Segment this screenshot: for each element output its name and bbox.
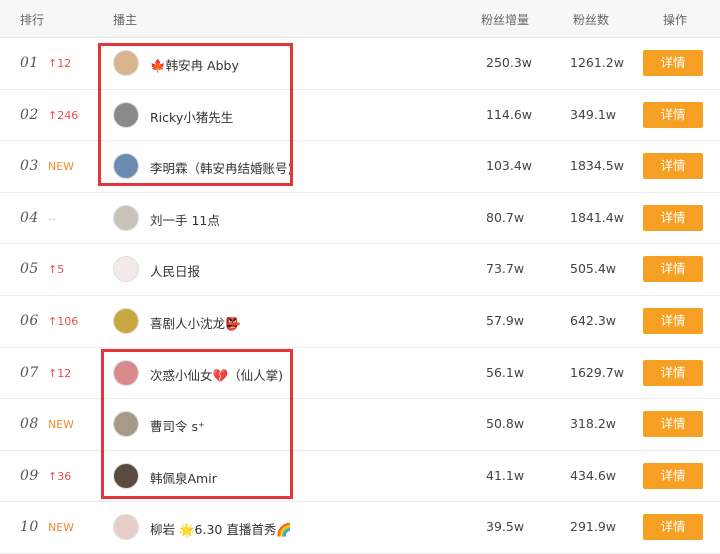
avatar[interactable] bbox=[113, 101, 139, 128]
fans-gain-value: 41.1w bbox=[486, 467, 525, 483]
fans-count-value: 1834.5w bbox=[570, 158, 624, 174]
anchor-name[interactable]: 次惑小仙女💔（仙人掌) bbox=[150, 365, 283, 384]
details-button[interactable]: 详情 bbox=[643, 50, 703, 76]
header-fans-gain: 粉丝增量 bbox=[481, 13, 530, 27]
table-row: 08 NEW 曹司令 s⁺ 50.8w 318.2w 详情 bbox=[0, 399, 720, 451]
details-button[interactable]: 详情 bbox=[643, 101, 703, 128]
table-row: 01 ↑12 🍁韩安冉 Abby 250.3w 1261.2w 详情 bbox=[0, 38, 720, 90]
rank-number: 02 bbox=[20, 106, 39, 123]
header-anchor: 播主 bbox=[113, 13, 138, 27]
table-row: 05 ↑5 人民日报 73.7w 505.4w 详情 bbox=[0, 244, 720, 296]
details-button[interactable]: 详情 bbox=[643, 514, 703, 541]
fans-gain-value: 103.4w bbox=[486, 158, 533, 174]
rank-trend: ↑5 bbox=[48, 263, 65, 277]
rank-trend: ↑12 bbox=[48, 57, 72, 70]
rank-number: 01 bbox=[20, 55, 39, 71]
anchor-name[interactable]: 韩佩泉Amir bbox=[150, 468, 217, 487]
details-button[interactable]: 详情 bbox=[643, 359, 703, 386]
table-row: 09 ↑36 韩佩泉Amir 41.1w 434.6w 详情 bbox=[0, 451, 720, 503]
fans-count-value: 505.4w bbox=[570, 261, 617, 277]
rank-number: 10 bbox=[20, 519, 39, 536]
avatar[interactable] bbox=[113, 411, 139, 438]
rank-trend: ↑246 bbox=[48, 108, 79, 122]
rank-trend: NEW bbox=[48, 160, 75, 174]
fans-gain-value: 80.7w bbox=[486, 209, 525, 225]
table-row: 06 ↑106 喜剧人小沈龙👺 57.9w 642.3w 详情 bbox=[0, 296, 720, 348]
table-row: 10 NEW 柳岩 🌟6.30 直播首秀🌈 39.5w 291.9w 详情 bbox=[0, 502, 720, 554]
rank-number: 08 bbox=[20, 416, 39, 433]
avatar-image bbox=[114, 102, 138, 127]
anchor-name[interactable]: 🍁韩安冉 Abby bbox=[150, 55, 239, 74]
header-rank: 排行 bbox=[20, 13, 45, 27]
fans-count-value: 1841.4w bbox=[570, 209, 624, 225]
avatar[interactable] bbox=[113, 514, 139, 541]
anchor-name[interactable]: Ricky小猪先生 bbox=[150, 107, 233, 126]
anchor-name[interactable]: 柳岩 🌟6.30 直播首秀🌈 bbox=[150, 519, 292, 538]
header-fans: 粉丝数 bbox=[573, 13, 610, 27]
avatar[interactable] bbox=[113, 50, 139, 76]
avatar-image bbox=[114, 309, 138, 333]
avatar-image bbox=[114, 257, 138, 282]
fans-gain-value: 114.6w bbox=[486, 106, 533, 122]
table-row: 03 NEW 李明霖（韩安冉结婚账号) 103.4w 1834.5w 详情 bbox=[0, 141, 720, 193]
avatar-image bbox=[114, 51, 138, 75]
avatar[interactable] bbox=[113, 359, 139, 386]
avatar[interactable] bbox=[113, 256, 139, 283]
avatar[interactable] bbox=[113, 462, 139, 489]
fans-count-value: 642.3w bbox=[570, 313, 617, 328]
details-button[interactable]: 详情 bbox=[643, 153, 703, 180]
anchor-name[interactable]: 人民日报 bbox=[150, 261, 200, 280]
fans-count-value: 318.2w bbox=[570, 416, 617, 432]
details-button[interactable]: 详情 bbox=[643, 204, 703, 231]
avatar[interactable] bbox=[113, 204, 139, 231]
fans-count-value: 349.1w bbox=[570, 106, 617, 122]
table-row: 02 ↑246 Ricky小猪先生 114.6w 349.1w 详情 bbox=[0, 90, 720, 142]
rank-trend: NEW bbox=[48, 521, 75, 535]
avatar[interactable] bbox=[113, 308, 139, 334]
avatar[interactable] bbox=[113, 153, 139, 180]
fans-count-value: 1261.2w bbox=[570, 55, 624, 70]
table-row: 04 -- 刘一手 11点 80.7w 1841.4w 详情 bbox=[0, 193, 720, 245]
fans-count-value: 291.9w bbox=[570, 519, 617, 535]
avatar-image bbox=[114, 412, 138, 437]
anchor-name[interactable]: 李明霖（韩安冉结婚账号) bbox=[150, 158, 292, 177]
table-row: 07 ↑12 次惑小仙女💔（仙人掌) 56.1w 1629.7w 详情 bbox=[0, 348, 720, 400]
details-button[interactable]: 详情 bbox=[643, 462, 703, 489]
rank-number: 07 bbox=[20, 364, 39, 381]
rank-trend: ↑12 bbox=[48, 366, 72, 380]
anchor-name[interactable]: 曹司令 s⁺ bbox=[150, 416, 205, 435]
fans-gain-value: 250.3w bbox=[486, 55, 533, 70]
table-header: 排行 播主 粉丝增量 粉丝数 操作 bbox=[0, 0, 720, 38]
rank-number: 03 bbox=[20, 158, 39, 175]
details-button[interactable]: 详情 bbox=[643, 411, 703, 438]
fans-gain-value: 73.7w bbox=[486, 261, 525, 277]
rank-trend: ↑106 bbox=[48, 315, 79, 328]
avatar-image bbox=[114, 205, 138, 230]
avatar-image bbox=[114, 463, 138, 488]
rank-number: 05 bbox=[20, 261, 39, 278]
avatar-image bbox=[114, 360, 138, 385]
fans-count-value: 434.6w bbox=[570, 467, 617, 483]
fans-gain-value: 50.8w bbox=[486, 416, 525, 432]
anchor-name[interactable]: 刘一手 11点 bbox=[150, 210, 220, 229]
details-button[interactable]: 详情 bbox=[643, 256, 703, 283]
rank-number: 09 bbox=[20, 467, 39, 484]
rank-number: 06 bbox=[20, 313, 39, 329]
fans-count-value: 1629.7w bbox=[570, 364, 624, 380]
rank-trend: NEW bbox=[48, 418, 75, 432]
rank-number: 04 bbox=[20, 209, 39, 226]
fans-gain-value: 57.9w bbox=[486, 313, 525, 328]
rank-trend: -- bbox=[48, 211, 56, 225]
rank-trend: ↑36 bbox=[48, 469, 72, 483]
anchor-name[interactable]: 喜剧人小沈龙👺 bbox=[150, 313, 241, 332]
header-action: 操作 bbox=[663, 13, 688, 27]
fans-gain-value: 39.5w bbox=[486, 519, 525, 535]
fans-gain-value: 56.1w bbox=[486, 364, 525, 380]
details-button[interactable]: 详情 bbox=[643, 308, 703, 334]
avatar-image bbox=[114, 154, 138, 179]
avatar-image bbox=[114, 515, 138, 540]
